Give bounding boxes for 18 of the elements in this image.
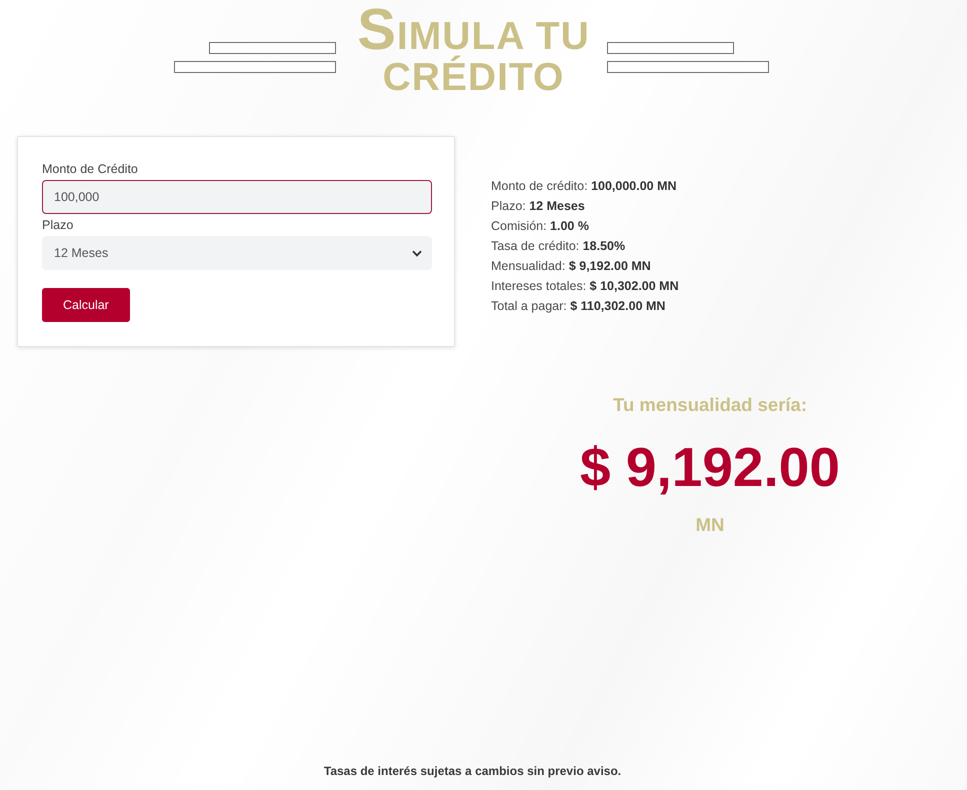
chevron-down-icon [412, 250, 422, 256]
summary-line: Mensualidad: $ 9,192.00 MN [491, 258, 652, 275]
calculate-button[interactable]: Calcular [42, 288, 130, 322]
result-heading: Tu mensualidad sería: [613, 393, 807, 417]
summary-line: Intereses totales: $ 10,302.00 MN [491, 278, 680, 295]
field-label: Plazo [42, 217, 74, 234]
summary-line: Plazo: 12 Meses [491, 198, 586, 215]
summary-line: Comisión: 1.00 % [491, 218, 590, 235]
field-label: Monto de Crédito [42, 161, 139, 178]
summary-line: Total a pagar: $ 110,302.00 MN [491, 298, 666, 315]
disclaimer-text: Tasas de interés sujetas a cambios sin previo aviso. [324, 763, 622, 779]
summary-line: Tasa de crédito: 18.50% [491, 238, 626, 255]
summary-line: Monto de crédito: 100,000.00 MN [491, 178, 678, 195]
amount-input[interactable]: 100,000 [42, 180, 432, 214]
currency-label: MN [696, 513, 724, 537]
term-select[interactable]: 12 Meses [42, 236, 432, 270]
page-title: SIMULA TU CRÉDITO [356, 9, 591, 98]
monthly-payment-amount: $ 9,192.00 [580, 436, 840, 498]
